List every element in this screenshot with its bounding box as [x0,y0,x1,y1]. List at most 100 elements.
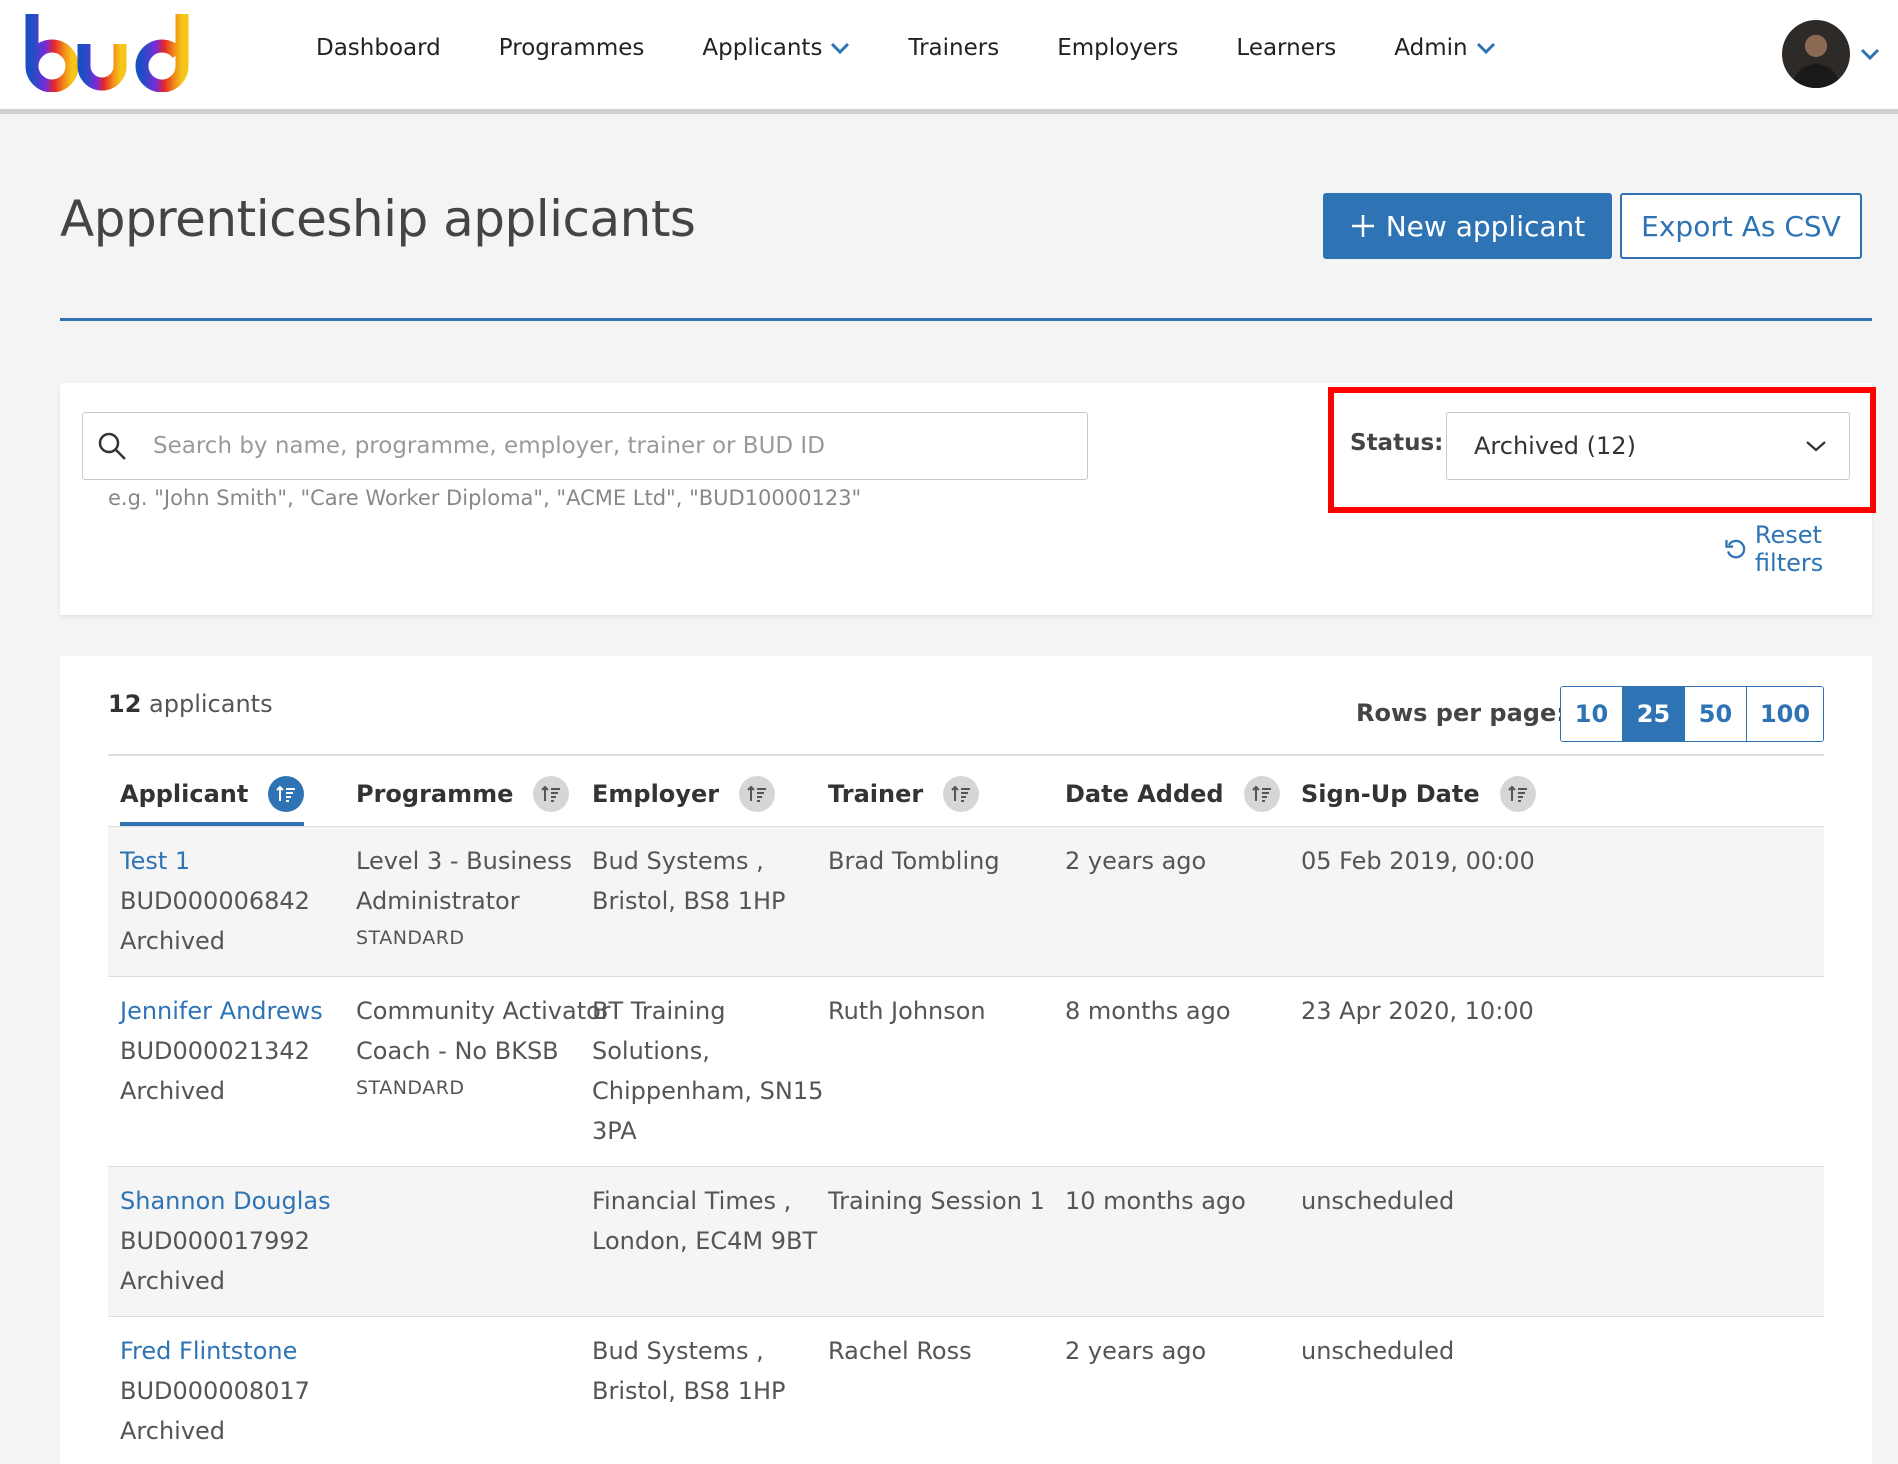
sort-icon[interactable] [1243,776,1280,812]
rows-per-page-selector: 10 25 50 100 [1560,686,1824,742]
bud-id: BUD000008017 [120,1377,310,1405]
applicant-status: Archived [120,927,226,955]
reset-icon [1725,539,1746,559]
table-row[interactable]: Fred Flintstone BUD000008017 Archived Bu… [108,1316,1824,1464]
employer-line: Bristol, BS8 1HP [592,887,786,915]
column-header-trainer[interactable]: Trainer [828,774,980,814]
sort-icon[interactable] [943,776,980,812]
rows-per-page-label: Rows per page: [1356,699,1566,727]
programme-line: Community Activator [356,997,611,1025]
programme-line: Coach - No BKSB [356,1037,559,1065]
column-header-employer[interactable]: Employer [592,774,776,814]
column-header-date-added[interactable]: Date Added [1065,774,1280,814]
employer-line: Bristol, BS8 1HP [592,1377,786,1405]
chevron-down-icon [831,42,850,55]
column-header-programme[interactable]: Programme [356,774,570,814]
search-hint: e.g. "John Smith", "Care Worker Diploma"… [108,486,862,510]
chevron-down-icon [1860,48,1880,61]
table-row[interactable]: Test 1 BUD000006842 Archived Level 3 - B… [108,826,1824,976]
nav-employers[interactable]: Employers [1057,30,1178,66]
applicant-name-link[interactable]: Jennifer Andrews [120,991,323,1031]
programme-tag: STANDARD [356,927,465,949]
programme-line: Level 3 - Business [356,847,572,875]
avatar[interactable] [1782,20,1850,88]
employer-line: Chippenham, SN15 [592,1077,824,1105]
applicant-status: Archived [120,1417,226,1445]
sort-icon[interactable] [533,776,570,812]
page-title: Apprenticeship applicants [60,190,696,248]
sort-icon[interactable] [268,776,305,812]
applicant-cell: Test 1 BUD000006842 Archived [120,841,310,961]
date-added-cell: 2 years ago [1065,847,1207,875]
rows-option-10[interactable]: 10 [1561,687,1623,741]
applicant-name-link[interactable]: Shannon Douglas [120,1181,331,1221]
main-nav: Dashboard Programmes Applicants Trainers… [316,30,1554,66]
programme-cell: Community Activator Coach - No BKSB STAN… [356,991,611,1103]
rows-option-50[interactable]: 50 [1685,687,1747,741]
applicant-name-link[interactable]: Test 1 [120,841,310,881]
employer-cell: Bud Systems , Bristol, BS8 1HP [592,1331,786,1411]
search-box[interactable] [82,412,1088,480]
applicant-name-link[interactable]: Fred Flintstone [120,1331,310,1371]
programme-tag: STANDARD [356,1077,465,1099]
trainer-cell: Training Session 1 [828,1187,1045,1215]
status-select[interactable]: Archived (12) [1446,412,1850,480]
user-menu[interactable] [1782,20,1880,88]
chevron-down-icon [1476,42,1495,55]
nav-applicants[interactable]: Applicants [702,30,850,66]
rows-option-25[interactable]: 25 [1623,687,1685,741]
nav-dashboard[interactable]: Dashboard [316,30,441,66]
search-icon [98,432,126,460]
column-label: Employer [592,780,720,808]
rows-option-100[interactable]: 100 [1747,687,1823,741]
signup-date-cell: unscheduled [1301,1187,1455,1215]
applicant-cell: Shannon Douglas BUD000017992 Archived [120,1181,331,1301]
nav-admin[interactable]: Admin [1394,30,1495,66]
sort-icon[interactable] [739,776,776,812]
employer-line: London, EC4M 9BT [592,1227,818,1255]
bud-logo[interactable] [24,8,196,92]
nav-learners[interactable]: Learners [1236,30,1336,66]
employer-line: Bud Systems , [592,847,764,875]
employer-line: Bud Systems , [592,1337,764,1365]
applicants-table-card: 12 applicants Rows per page: 10 25 50 10… [60,656,1872,1464]
column-label: Sign-Up Date [1301,780,1480,808]
filter-panel: e.g. "John Smith", "Care Worker Diploma"… [60,383,1876,615]
programme-cell: Level 3 - Business Administrator STANDAR… [356,841,572,953]
column-label: Trainer [828,780,924,808]
table-row[interactable]: Jennifer Andrews BUD000021342 Archived C… [108,976,1824,1166]
column-label: Date Added [1065,780,1224,808]
trainer-cell: Rachel Ross [828,1337,972,1365]
column-header-applicant[interactable]: Applicant [120,774,305,814]
date-added-cell: 2 years ago [1065,1337,1207,1365]
reset-filters-link[interactable]: Reset filters [1724,521,1872,577]
date-added-cell: 8 months ago [1065,997,1231,1025]
employer-line: Solutions, [592,1037,710,1065]
table-header: Applicant Programme Employer Trainer Dat… [108,756,1824,826]
applicant-cell: Jennifer Andrews BUD000021342 Archived [120,991,323,1111]
column-label: Applicant [120,780,249,808]
column-label: Programme [356,780,514,808]
employer-line: BT Training [592,997,726,1025]
table-row[interactable]: Shannon Douglas BUD000017992 Archived Fi… [108,1166,1824,1316]
column-header-signup-date[interactable]: Sign-Up Date [1301,774,1536,814]
applicant-count-label: applicants [149,690,273,718]
applicant-cell: Fred Flintstone BUD000008017 Archived [120,1331,310,1451]
new-applicant-label: New applicant [1385,209,1586,243]
new-applicant-button[interactable]: New applicant [1323,193,1612,259]
chevron-down-icon [1806,441,1826,452]
applicant-status: Archived [120,1077,226,1105]
nav-trainers[interactable]: Trainers [908,30,999,66]
trainer-cell: Ruth Johnson [828,997,986,1025]
status-label: Status: [1350,430,1444,456]
status-selected-value: Archived (12) [1474,432,1636,460]
reset-filters-label: Reset filters [1754,521,1824,577]
trainer-cell: Brad Tombling [828,847,1000,875]
export-csv-button[interactable]: Export As CSV [1620,193,1862,259]
sort-icon[interactable] [1499,776,1536,812]
search-input[interactable] [153,433,1053,459]
date-added-cell: 10 months ago [1065,1187,1246,1215]
nav-programmes[interactable]: Programmes [499,30,645,66]
top-navbar: Dashboard Programmes Applicants Trainers… [0,0,1898,114]
applicant-count-number: 12 [108,690,142,718]
